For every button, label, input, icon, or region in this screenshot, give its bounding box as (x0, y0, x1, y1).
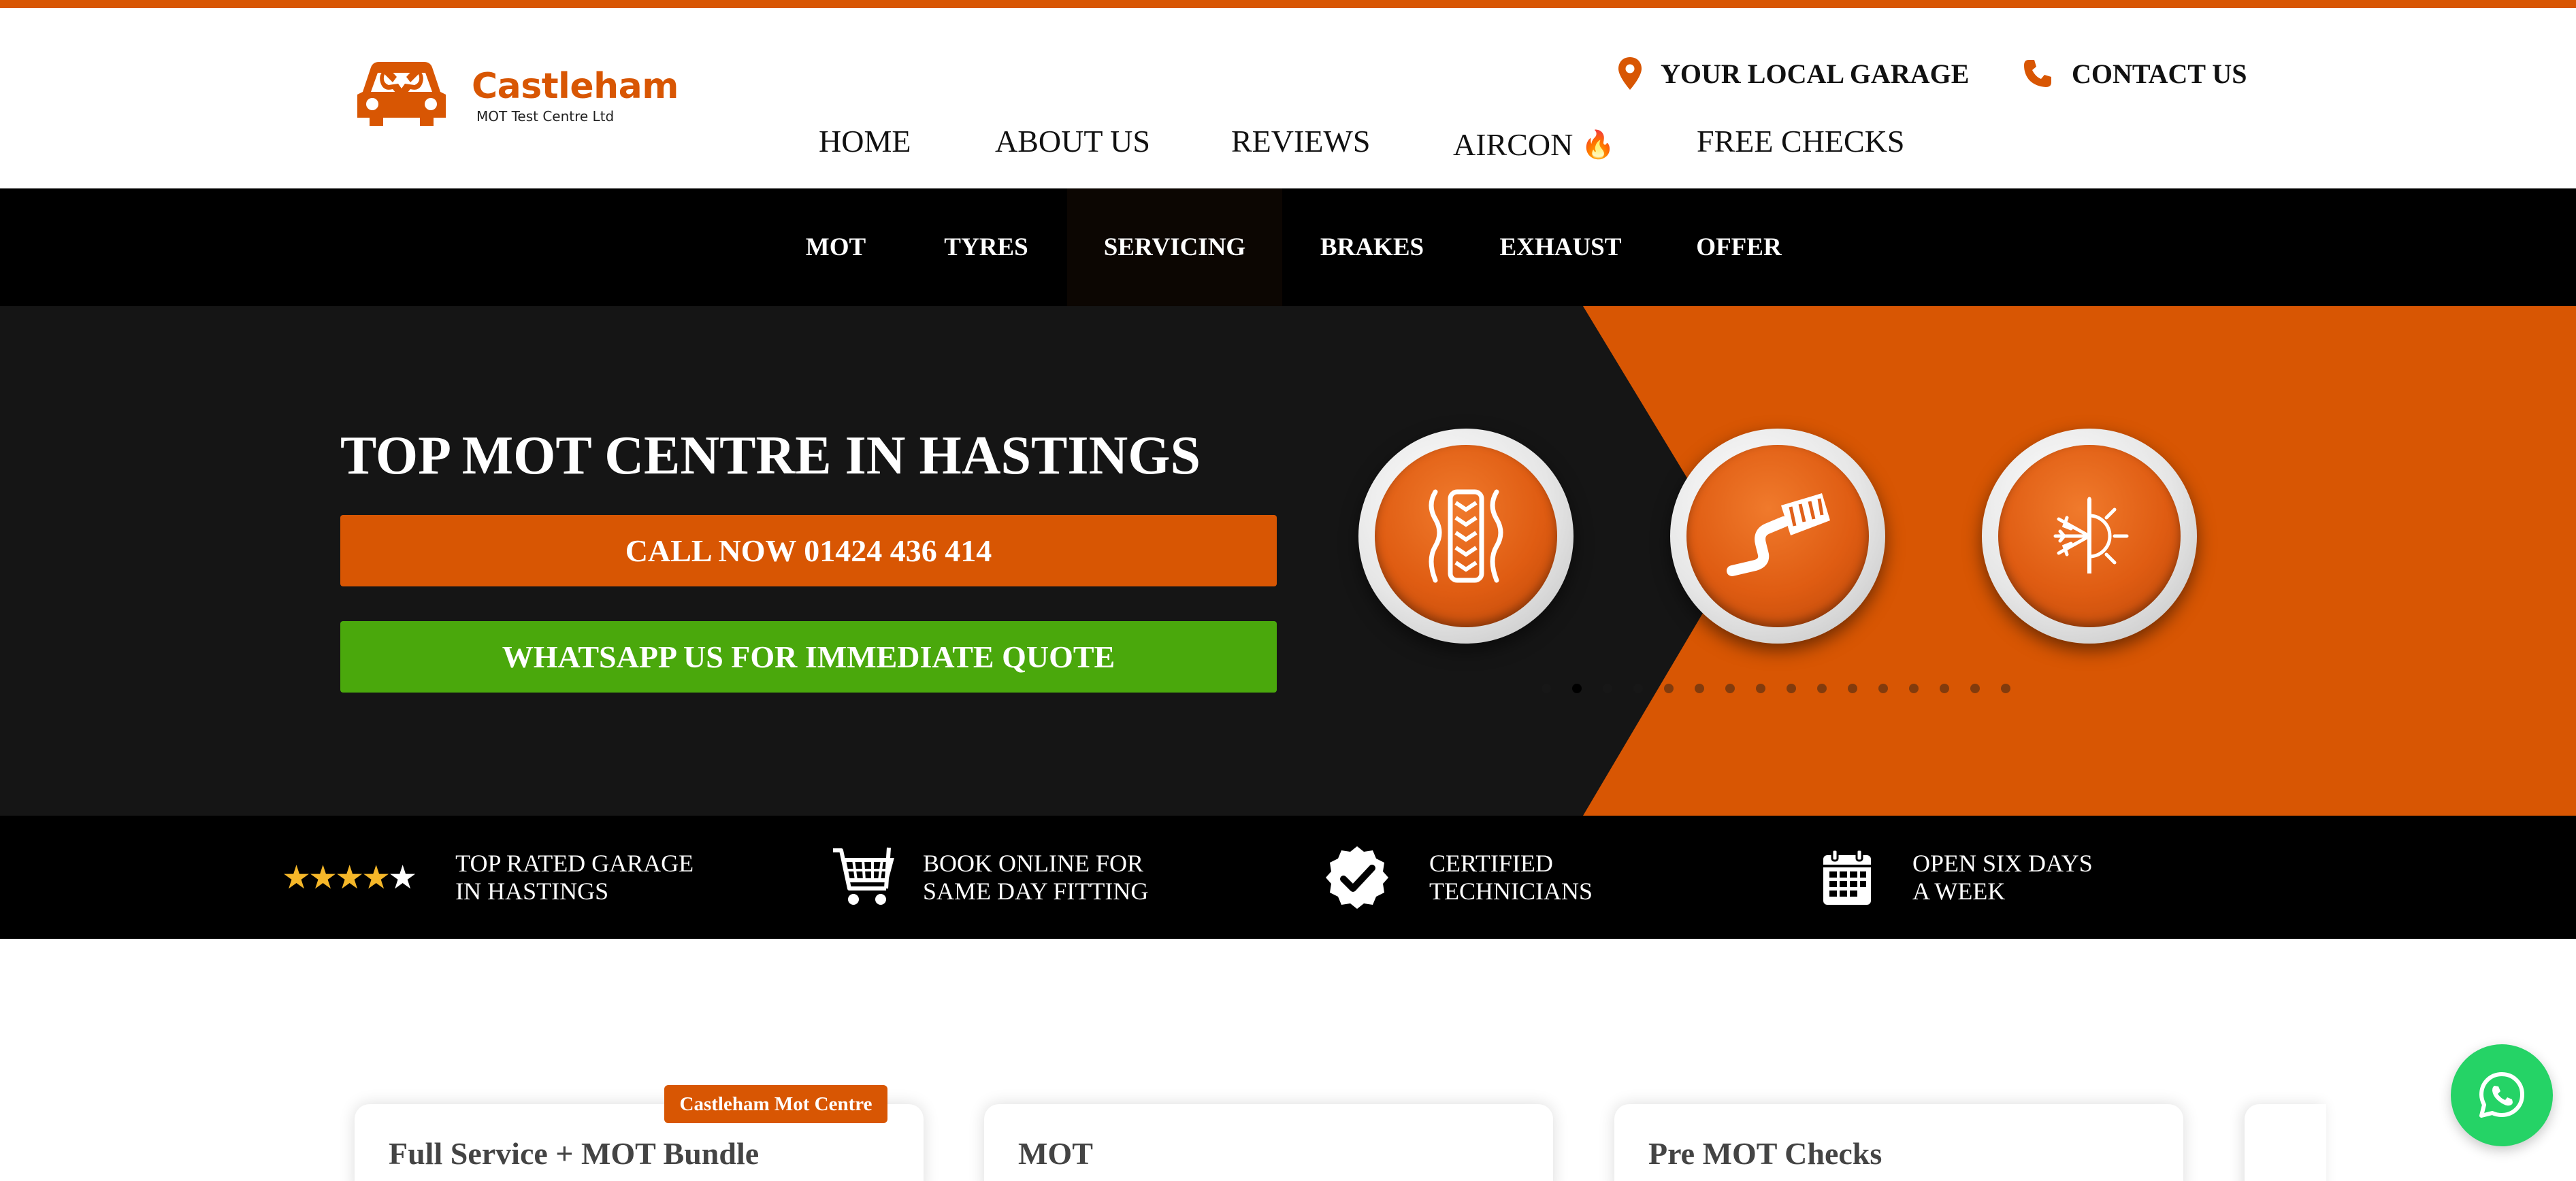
carousel-dot[interactable] (1940, 684, 1949, 693)
carousel-dot[interactable] (1787, 684, 1796, 693)
service-tab-tyres[interactable]: TYRES (896, 188, 1077, 306)
feature-open-six-days-line2: A WEEK (1912, 877, 2006, 905)
service-tab-exhaust[interactable]: EXHAUST (1465, 188, 1657, 306)
card-mot[interactable]: MOT (984, 1104, 1553, 1181)
whatsapp-floating-button[interactable] (2451, 1044, 2553, 1146)
location-pin-icon (1618, 57, 1642, 90)
fire-icon: 🔥 (1581, 129, 1616, 160)
carousel-dot[interactable] (1756, 684, 1765, 693)
carousel-dot[interactable] (1664, 684, 1674, 693)
site-header: Castleham MOT Test Centre Ltd YOUR LOCAL… (0, 8, 2576, 188)
brand-name: Castleham (472, 66, 679, 107)
call-now-button[interactable]: CALL NOW 01424 436 414 (340, 515, 1277, 586)
service-tab-mot-label: MOT (805, 233, 866, 261)
card-next-partial[interactable] (2245, 1104, 2326, 1181)
nav-free-checks[interactable]: FREE CHECKS (1697, 117, 1904, 165)
feature-book-online-line2: SAME DAY FITTING (923, 877, 1149, 905)
feature-certified: CERTIFIED TECHNICIANS (1324, 816, 1593, 939)
contact-us-label: CONTACT US (2072, 58, 2247, 89)
nav-about-us-label: ABOUT US (995, 123, 1150, 159)
feature-book-online-line1: BOOK ONLINE FOR (923, 849, 1143, 877)
hero-banner: TOP MOT CENTRE IN HASTINGS CALL NOW 0142… (0, 306, 2576, 816)
card-title: MOT (1018, 1136, 1093, 1171)
brand-subtitle: MOT Test Centre Ltd (476, 108, 615, 124)
service-tab-offer[interactable]: OFFER (1665, 188, 1813, 306)
tyre-tread-icon (1429, 489, 1503, 583)
carousel-dot[interactable] (1848, 684, 1857, 693)
carousel-dot[interactable] (2001, 684, 2010, 693)
features-bar: ★★★★★ TOP RATED GARAGE IN HASTINGS BOOK … (0, 816, 2576, 939)
feature-open-six-days: OPEN SIX DAYS A WEEK (1821, 816, 2093, 939)
contact-us-link[interactable]: CONTACT US (2023, 54, 2247, 93)
shopping-cart-icon (833, 847, 894, 905)
service-tab-servicing-label: SERVICING (1103, 233, 1246, 261)
card-title: Full Service + MOT Bundle (389, 1136, 760, 1171)
your-local-garage-label: YOUR LOCAL GARAGE (1661, 58, 1970, 89)
whatsapp-icon (2479, 1072, 2524, 1118)
feature-book-online: BOOK ONLINE FOR SAME DAY FITTING (832, 816, 1148, 939)
brand-logo[interactable]: Castleham MOT Test Centre Ltd (350, 52, 679, 134)
stars-rating-icon: ★★★★★ (282, 858, 417, 897)
feature-certified-line2: TECHNICIANS (1429, 877, 1593, 905)
card-badge: Castleham Mot Centre (664, 1085, 887, 1123)
nav-aircon[interactable]: AIRCON 🔥 (1453, 120, 1615, 168)
calendar-icon (1823, 848, 1871, 905)
feature-open-six-days-line1: OPEN SIX DAYS (1912, 849, 2093, 877)
carousel-dot[interactable] (1725, 684, 1735, 693)
carousel-dot[interactable] (1542, 684, 1551, 693)
service-tab-brakes[interactable]: BRAKES (1293, 188, 1451, 306)
aircon-snowflake-sun-icon (2053, 497, 2129, 573)
nav-home[interactable]: HOME (819, 117, 911, 165)
carousel-dot[interactable] (1970, 684, 1980, 693)
carousel-dot[interactable] (1909, 684, 1919, 693)
feature-certified-line1: CERTIFIED (1429, 849, 1553, 877)
service-navigation-bar: MOT TYRES SERVICING BRAKES EXHAUST OFFER (0, 188, 2576, 306)
carousel-pagination (1542, 684, 2032, 695)
nav-aircon-label: AIRCON (1453, 127, 1574, 162)
feature-top-rated-line1: TOP RATED GARAGE (455, 849, 694, 877)
carousel-dot[interactable] (1695, 684, 1704, 693)
service-tab-brakes-label: BRAKES (1320, 233, 1424, 261)
nav-free-checks-label: FREE CHECKS (1697, 123, 1905, 159)
service-tab-exhaust-label: EXHAUST (1499, 233, 1622, 261)
nav-home-label: HOME (819, 123, 911, 159)
feature-top-rated-line2: IN HASTINGS (455, 877, 609, 905)
nav-reviews-label: REVIEWS (1231, 123, 1371, 159)
verified-badge-icon (1326, 846, 1388, 909)
phone-icon (2024, 60, 2051, 87)
car-wrench-logo-icon (357, 62, 446, 126)
card-title: Pre MOT Checks (1648, 1136, 1882, 1171)
carousel-dot[interactable] (1817, 684, 1827, 693)
carousel-dot[interactable] (1633, 684, 1643, 693)
carousel-item-tyres[interactable] (1358, 429, 1574, 644)
hero-title: TOP MOT CENTRE IN HASTINGS (340, 426, 1201, 486)
nav-about-us[interactable]: ABOUT US (995, 117, 1150, 165)
whatsapp-quote-button[interactable]: WHATSAPP US FOR IMMEDIATE QUOTE (340, 621, 1277, 693)
feature-top-rated: ★★★★★ TOP RATED GARAGE IN HASTINGS (282, 816, 694, 939)
service-tab-offer-label: OFFER (1696, 233, 1782, 261)
carousel-item-exhaust[interactable] (1670, 429, 1885, 644)
nav-reviews[interactable]: REVIEWS (1231, 117, 1370, 165)
carousel-dot[interactable] (1603, 684, 1612, 693)
your-local-garage-link[interactable]: YOUR LOCAL GARAGE (1618, 54, 1969, 93)
service-tab-tyres-label: TYRES (944, 233, 1028, 261)
card-pre-mot-checks[interactable]: Pre MOT Checks (1614, 1104, 2183, 1181)
top-accent-strip (0, 0, 2576, 8)
service-tab-servicing[interactable]: SERVICING (1067, 188, 1282, 306)
carousel-item-aircon[interactable] (1982, 429, 2197, 644)
service-tab-mot[interactable]: MOT (783, 188, 889, 306)
exhaust-pipe-icon (1727, 493, 1830, 576)
carousel-dot[interactable] (1878, 684, 1888, 693)
carousel-dot-active[interactable] (1572, 684, 1582, 693)
